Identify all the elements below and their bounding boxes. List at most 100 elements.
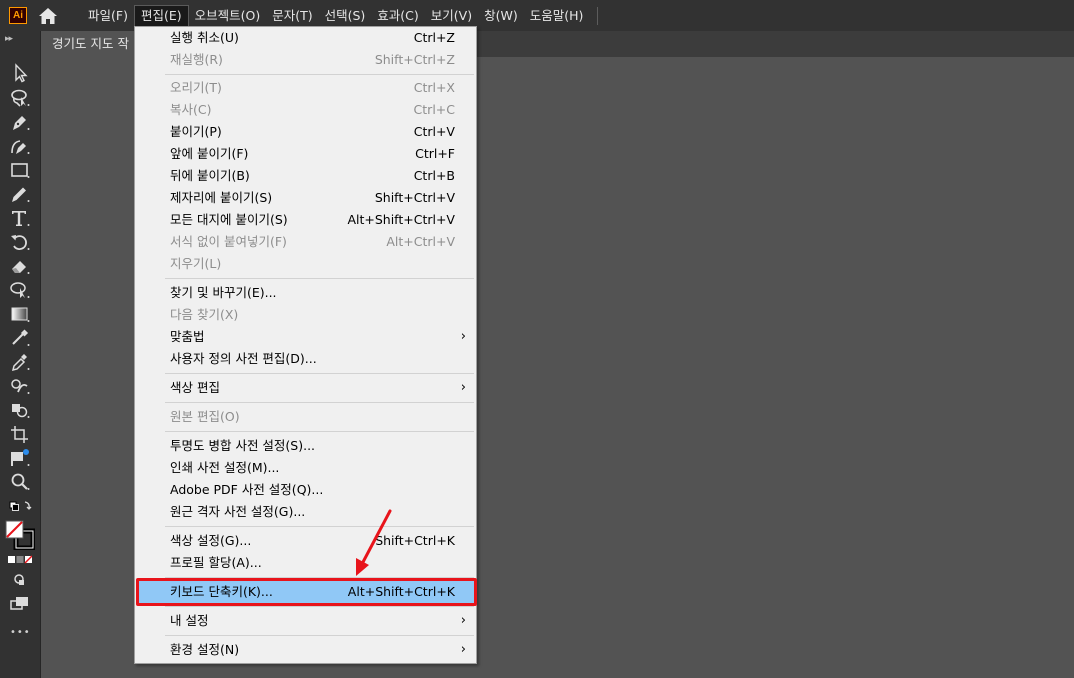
menu-item-label: 제자리에 붙이기(S): [170, 190, 273, 205]
menu-item-label: 원본 편집(O): [170, 409, 240, 424]
pencil-tool-icon[interactable]: [8, 184, 32, 204]
lasso-tool-icon[interactable]: [8, 88, 32, 108]
menu-item-redo[interactable]: 재실행(R) Shift+Ctrl+Z: [136, 49, 475, 71]
color-mode-icons[interactable]: [8, 553, 33, 573]
menu-item-paste[interactable]: 붙이기(P) Ctrl+V: [136, 121, 475, 143]
menu-item-label: 실행 취소(U): [170, 30, 239, 45]
menu-item-print-presets[interactable]: 인쇄 사전 설정(M)...: [136, 457, 475, 479]
menu-separator: [165, 278, 474, 279]
menu-item-undo[interactable]: 실행 취소(U) Ctrl+Z: [136, 27, 475, 49]
menu-item-copy[interactable]: 복사(C) Ctrl+C: [136, 99, 475, 121]
menu-separator: [165, 431, 474, 432]
menu-item-my-settings[interactable]: 내 설정 ›: [136, 610, 475, 632]
menu-item-label: 오리기(T): [170, 80, 222, 95]
menu-item-assign-profile[interactable]: 프로필 할당(A)...: [136, 552, 475, 574]
menu-item-clear[interactable]: 지우기(L): [136, 253, 475, 275]
document-tab[interactable]: 경기도 지도 작: [41, 31, 141, 57]
rectangle-tool-icon[interactable]: [8, 160, 32, 180]
menu-item-pdf-presets[interactable]: Adobe PDF 사전 설정(Q)...: [136, 479, 475, 501]
menu-item-label: 투명도 병합 사전 설정(S)...: [170, 438, 316, 453]
fill-stroke-swatch[interactable]: [5, 520, 36, 551]
menu-item-shortcut: Ctrl+V: [413, 124, 455, 139]
default-colors-icon[interactable]: [8, 499, 32, 519]
menu-effect[interactable]: 효과(C): [371, 5, 424, 27]
menu-item-edit-colors[interactable]: 색상 편집 ›: [136, 377, 475, 399]
menu-bar-divider: [597, 7, 598, 25]
menu-item-label: 붙이기(P): [170, 124, 222, 139]
menu-item-label: 환경 설정(N): [170, 642, 240, 657]
menu-item-find-next[interactable]: 다음 찾기(X): [136, 304, 475, 326]
menu-separator: [165, 526, 474, 527]
blend-tool-icon[interactable]: [8, 376, 32, 396]
menu-separator: [165, 74, 474, 75]
graph-tool-icon[interactable]: [8, 448, 32, 468]
more-tools-icon[interactable]: •••: [10, 627, 31, 638]
menu-item-label: 프로필 할당(A)...: [170, 555, 262, 570]
menu-item-shortcut: Ctrl+B: [413, 168, 455, 183]
menu-item-label: 인쇄 사전 설정(M)...: [170, 460, 280, 475]
curvature-tool-icon[interactable]: [8, 136, 32, 156]
type-tool-icon[interactable]: [8, 208, 32, 228]
menu-item-label: 지우기(L): [170, 256, 222, 271]
menu-item-transparency-flattener-presets[interactable]: 투명도 병합 사전 설정(S)...: [136, 435, 475, 457]
menu-item-edit-custom-dictionary[interactable]: 사용자 정의 사전 편집(D)...: [136, 348, 475, 370]
menu-item-paste-in-place[interactable]: 제자리에 붙이기(S) Shift+Ctrl+V: [136, 187, 475, 209]
edit-dropdown-menu: 실행 취소(U) Ctrl+Z 재실행(R) Shift+Ctrl+Z 오리기(T)…: [134, 26, 477, 664]
pen-tool-icon[interactable]: [8, 112, 32, 132]
menu-item-perspective-grid-presets[interactable]: 원근 격자 사전 설정(G)...: [136, 501, 475, 523]
tools-panel: ▸▸ •••: [0, 31, 41, 678]
menu-item-paste-in-back[interactable]: 뒤에 붙이기(B) Ctrl+B: [136, 165, 475, 187]
eyedropper-tool-icon[interactable]: [8, 352, 32, 372]
gradient-tool-icon[interactable]: [8, 304, 32, 324]
menu-item-shortcut: Ctrl+C: [413, 102, 455, 117]
menu-edit[interactable]: 편집(E): [133, 4, 189, 27]
mesh-tool-icon[interactable]: [8, 328, 32, 348]
menu-separator: [165, 402, 474, 403]
submenu-arrow-icon: ›: [460, 380, 466, 395]
drawing-modes-icon[interactable]: [8, 571, 32, 591]
menu-item-label: 복사(C): [170, 102, 212, 117]
menu-type[interactable]: 문자(T): [266, 5, 318, 27]
menu-separator: [165, 635, 474, 636]
menu-object[interactable]: 오브젝트(O): [189, 5, 267, 27]
menu-item-preferences[interactable]: 환경 설정(N) ›: [136, 639, 475, 661]
eraser-tool-icon[interactable]: [8, 256, 32, 276]
panel-collapse-icon[interactable]: ▸▸: [5, 34, 13, 44]
menu-item-label: 색상 설정(G)...: [170, 533, 252, 548]
menu-item-shortcut: Ctrl+Z: [413, 30, 455, 45]
menu-item-label: 앞에 붙이기(F): [170, 146, 249, 161]
menu-separator: [165, 606, 474, 607]
annotation-highlight-box: [136, 578, 477, 606]
menu-item-label: 뒤에 붙이기(B): [170, 168, 250, 183]
menu-item-shortcut: Alt+Shift+Ctrl+V: [347, 212, 455, 227]
submenu-arrow-icon: ›: [460, 642, 466, 657]
menu-item-label: 찾기 및 바꾸기(E)...: [170, 285, 277, 300]
menu-item-label: 모든 대지에 붙이기(S): [170, 212, 288, 227]
artboard-tool-icon[interactable]: [8, 424, 32, 444]
menu-item-paste-in-front[interactable]: 앞에 붙이기(F) Ctrl+F: [136, 143, 475, 165]
menu-item-paste-all-artboards[interactable]: 모든 대지에 붙이기(S) Alt+Shift+Ctrl+V: [136, 209, 475, 231]
menu-help[interactable]: 도움말(H): [524, 5, 590, 27]
menu-select[interactable]: 선택(S): [319, 5, 372, 27]
menu-item-label: 내 설정: [170, 613, 209, 628]
screen-mode-icon[interactable]: [8, 594, 32, 614]
menu-item-shortcut: Alt+Ctrl+V: [386, 234, 455, 249]
selection-tool-icon[interactable]: [8, 63, 32, 83]
menu-view[interactable]: 보기(V): [425, 5, 478, 27]
annotation-arrow-icon: [356, 509, 392, 576]
free-transform-icon[interactable]: [8, 280, 32, 300]
menu-file[interactable]: 파일(F): [82, 5, 134, 27]
submenu-arrow-icon: ›: [460, 329, 466, 344]
menu-item-spelling[interactable]: 맞춤법 ›: [136, 326, 475, 348]
menu-item-edit-original[interactable]: 원본 편집(O): [136, 406, 475, 428]
menu-item-color-settings[interactable]: 색상 설정(G)... Shift+Ctrl+K: [136, 530, 475, 552]
menu-item-find-replace[interactable]: 찾기 및 바꾸기(E)...: [136, 282, 475, 304]
menu-item-paste-without-formatting[interactable]: 서식 없이 붙여넣기(F) Alt+Ctrl+V: [136, 231, 475, 253]
menu-window[interactable]: 창(W): [478, 5, 524, 27]
menu-item-label: 색상 편집: [170, 380, 220, 395]
rotate-tool-icon[interactable]: [8, 232, 32, 252]
shape-builder-icon[interactable]: [8, 400, 32, 420]
menu-item-cut[interactable]: 오리기(T) Ctrl+X: [136, 77, 475, 99]
home-icon[interactable]: [38, 7, 58, 25]
zoom-tool-icon[interactable]: [8, 472, 32, 492]
